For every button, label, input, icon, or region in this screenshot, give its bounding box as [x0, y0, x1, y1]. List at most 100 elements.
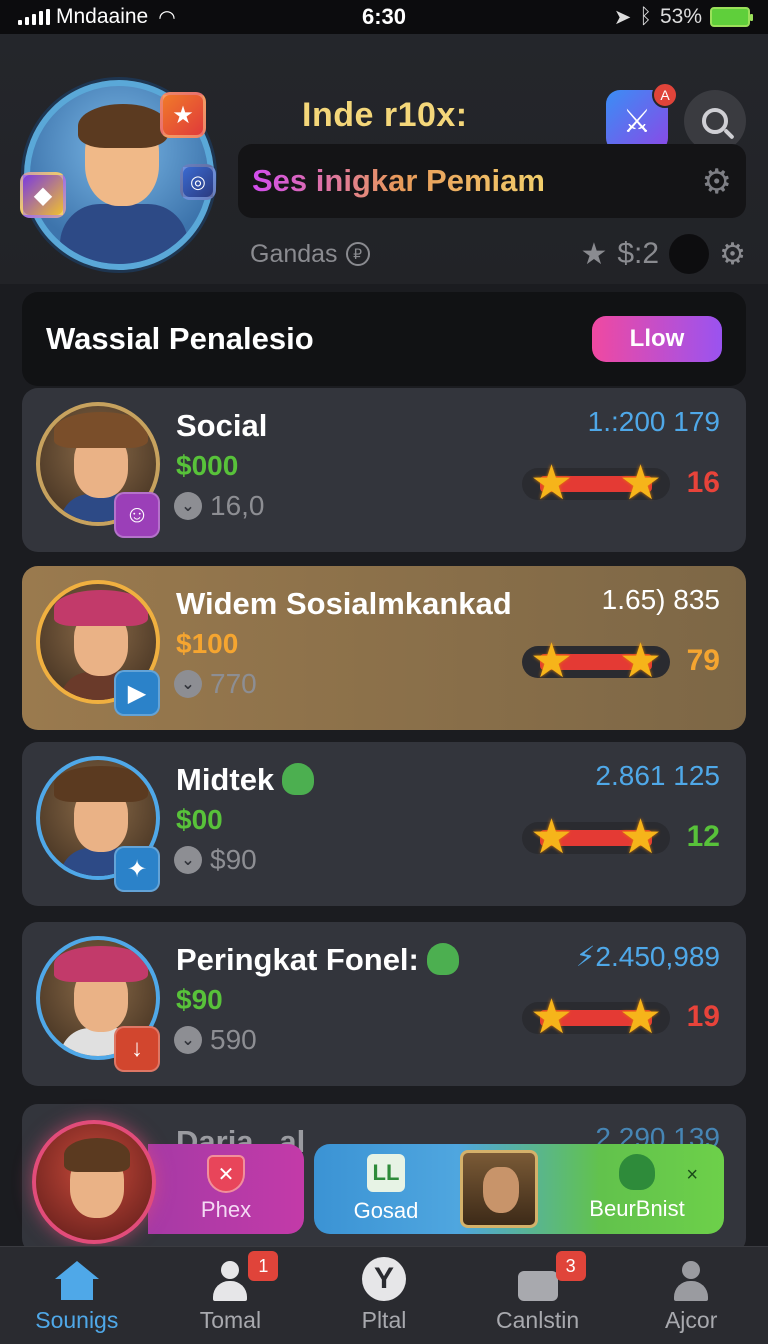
leaderboard-card[interactable]: ▶ Widem Sosialmkankad $100 ⌄ 770 1.65) 835 ★ ★ 7…	[22, 566, 746, 730]
close-icon[interactable]: ×	[686, 1164, 698, 1187]
wifi-icon: ◠	[158, 6, 176, 29]
slime-icon	[282, 762, 315, 795]
player-rank-count: 12	[686, 820, 720, 853]
game-menu-button[interactable]: ⚔ A	[606, 82, 678, 152]
gosad-button[interactable]: LL Gosad	[336, 1154, 436, 1224]
chevron-down-icon: ⌄	[174, 670, 202, 698]
tab-home[interactable]: Sounigs	[0, 1247, 154, 1344]
card-gem-icon: ★	[160, 92, 206, 138]
y-icon: Y	[361, 1257, 406, 1301]
star-progress-bar: ★ ★	[522, 458, 670, 510]
location-icon: ➤	[613, 5, 632, 29]
sub-value: $:2	[617, 237, 660, 270]
swords-icon: ⚔	[622, 103, 652, 139]
star-icon: ★	[580, 237, 608, 271]
search-icon	[702, 108, 728, 134]
tab-label: Canlstin	[496, 1307, 580, 1333]
star-progress-bar: ★ ★	[522, 636, 670, 688]
tab-label: Sounigs	[35, 1307, 119, 1333]
chevron-down-icon: ⌄	[174, 1026, 202, 1054]
star-icon: ★	[530, 635, 574, 688]
chevron-down-icon: ⌄	[174, 846, 202, 874]
tab-badge: 3	[555, 1251, 586, 1281]
person-icon	[671, 1261, 711, 1301]
follow-button[interactable]: Llow	[592, 316, 722, 362]
currency-icon: ₽	[345, 242, 370, 266]
star-icon: ★	[618, 457, 662, 510]
leaderboard-section-header: Wassial Penalesio Llow	[22, 292, 746, 386]
player-score: 1.65) 835	[601, 584, 720, 615]
search-button[interactable]	[684, 90, 746, 152]
star-icon: ★	[530, 811, 574, 864]
carrier-label: Mndaaine	[56, 5, 149, 28]
player-money: $000	[176, 450, 239, 481]
player-name: Peringkat Fonel:	[176, 942, 459, 978]
player-sub-stat: ⌄ 590	[174, 1024, 257, 1056]
toggle-dot[interactable]	[669, 234, 710, 274]
section-title: Wassial Penalesio	[46, 321, 314, 356]
player-score: 2.861 125	[595, 760, 720, 791]
user-icon: ☺	[114, 492, 160, 538]
status-bar: Mndaaine ◠ 6:30 ➤ ᛒ 53%	[0, 0, 768, 34]
leaderboard-card[interactable]: ↓ Peringkat Fonel: $90 ⌄ 590 ⚡2.450,989 ★ ★ 19	[22, 922, 746, 1086]
gosad-label: Gosad	[353, 1198, 419, 1223]
card-icon	[517, 1271, 558, 1301]
player-money: $90	[176, 984, 223, 1015]
leaderboard-card[interactable]: ✦ Midtek $00 ⌄ $90 2.861 125 ★ ★ 12	[22, 742, 746, 906]
player-sub-stat: ⌄ 770	[174, 668, 257, 700]
chevron-down-icon: ↓	[114, 1026, 160, 1072]
star-icon: ★	[530, 457, 574, 510]
tab-label: Ajcor	[664, 1307, 718, 1333]
app-title: Inde r10x:	[302, 96, 468, 134]
player-name: Widem Sosialmkankad	[176, 586, 512, 621]
mixed-icon: ✦	[114, 846, 160, 892]
slime-icon	[426, 942, 459, 975]
player-name: Social	[176, 408, 268, 443]
tab-pltal[interactable]: Y Pltal	[307, 1247, 461, 1344]
profile-subrow: Gandas ₽ ★ $:2 ⚙	[250, 234, 746, 274]
battery-icon	[710, 7, 753, 27]
star-progress-bar: ★ ★	[522, 992, 670, 1044]
player-sub-stat: ⌄ $90	[174, 844, 257, 876]
tab-label: Tomal	[199, 1307, 262, 1333]
signal-icon	[18, 9, 50, 25]
phex-label: Phex	[200, 1197, 252, 1222]
tab-ajcor[interactable]: Ajcor	[614, 1247, 768, 1344]
shield-icon: ✕	[207, 1155, 245, 1193]
gosad-icon: LL	[367, 1154, 405, 1192]
play-icon: ▶	[114, 670, 160, 716]
star-progress-bar: ★ ★	[522, 812, 670, 864]
person-icon	[210, 1261, 250, 1301]
player-rank-count: 79	[686, 644, 720, 677]
notification-badge: A	[652, 82, 678, 108]
beur-button[interactable]: × BeurBnist	[572, 1154, 702, 1222]
phex-button[interactable]: ✕ Phex	[148, 1144, 304, 1234]
tab-label: Pltal	[361, 1307, 407, 1333]
star-icon: ★	[530, 991, 574, 1044]
tab-tomal[interactable]: 1 Tomal	[154, 1247, 308, 1344]
rank-banner[interactable]: Ses inigkar Pemiam ⚙	[238, 144, 746, 218]
featured-avatar[interactable]	[32, 1120, 156, 1244]
player-name: Midtek	[176, 762, 315, 798]
rank-banner-text: Ses inigkar Pemiam	[252, 163, 545, 198]
hero-portrait[interactable]	[460, 1150, 538, 1228]
profile-header: ◆ ★ ◎ Inde r10x: ⚔ A Ses inigkar Pemiam …	[0, 34, 768, 284]
sub-label: Gandas	[250, 239, 338, 268]
gem-icon: ◆	[20, 172, 66, 218]
star-icon: ★	[618, 811, 662, 864]
player-score: ⚡2.450,989	[575, 941, 720, 972]
player-money: $00	[176, 804, 223, 835]
tab-canlstin[interactable]: 3 Canlstin	[461, 1247, 615, 1344]
blue-gem-icon: ◎	[180, 164, 216, 200]
tab-badge: 1	[248, 1251, 279, 1281]
settings-icon[interactable]: ⚙	[719, 237, 746, 272]
star-icon: ★	[618, 991, 662, 1044]
tab-bar: Sounigs 1 Tomal Y Pltal 3 Canlstin Ajcor	[0, 1246, 768, 1344]
player-sub-stat: ⌄ 16,0	[174, 490, 265, 522]
action-pill: LL Gosad × BeurBnist	[314, 1144, 724, 1234]
bluetooth-icon: ᛒ	[639, 5, 652, 28]
monster-icon	[619, 1154, 655, 1190]
gear-icon[interactable]: ⚙	[702, 162, 732, 202]
leaderboard-card[interactable]: ☺ Social $000 ⌄ 16,0 1.:200 179 ★ ★ 16	[22, 388, 746, 552]
player-score: 1.:200 179	[587, 406, 720, 437]
